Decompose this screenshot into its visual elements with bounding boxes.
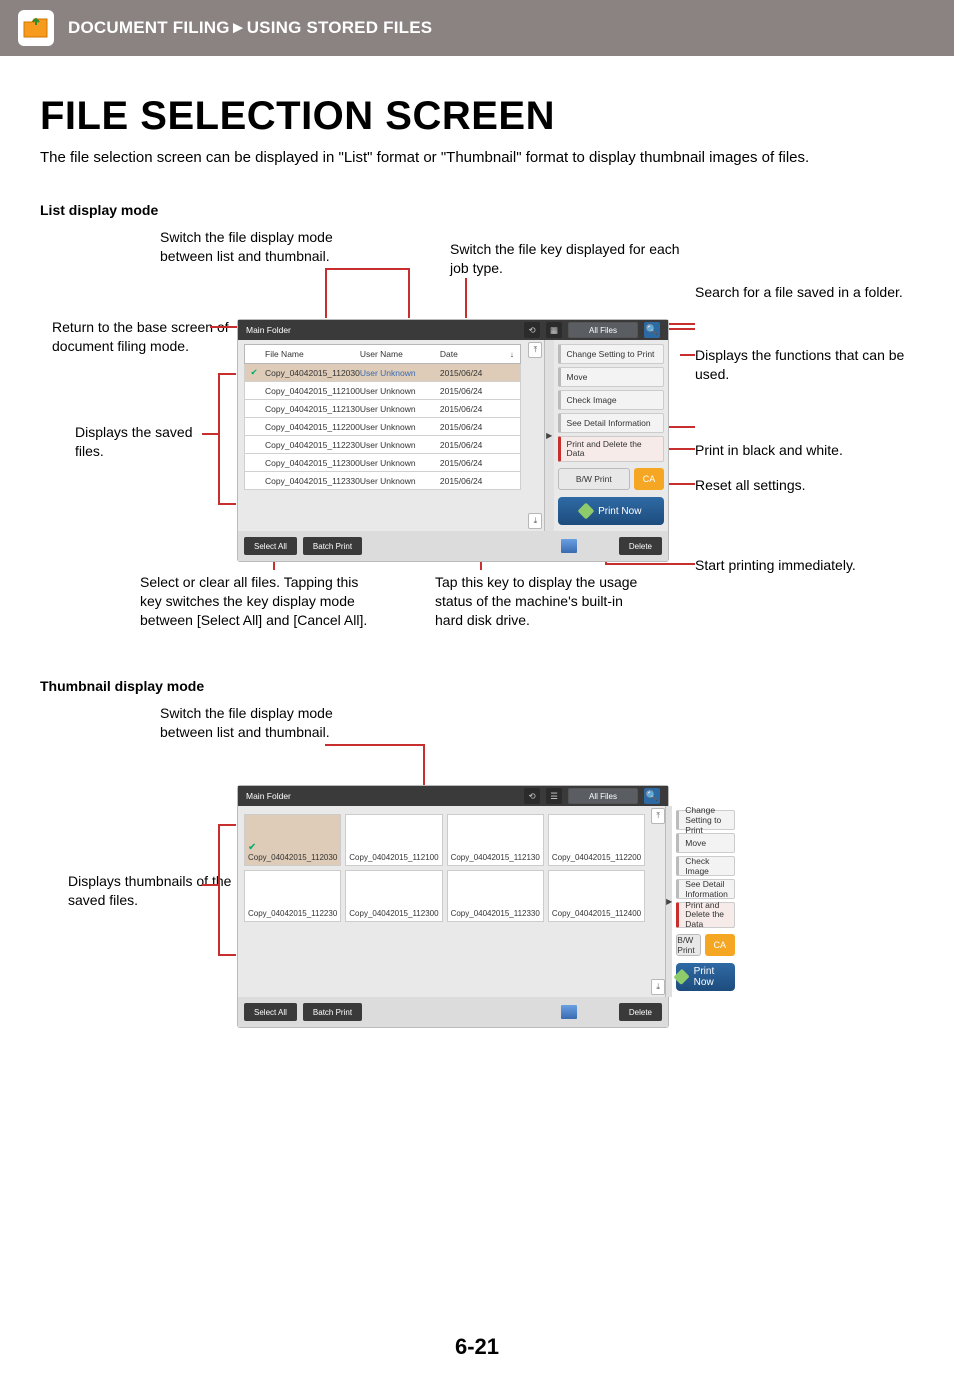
menu-detail[interactable]: See Detail Information — [676, 879, 735, 899]
subhead-thumb: Thumbnail display mode — [40, 678, 914, 694]
page-number: 6-21 — [40, 1334, 914, 1360]
callout-hdd: Tap this key to display the usage status… — [435, 573, 645, 630]
menu-check-image[interactable]: Check Image — [558, 390, 664, 410]
menu-detail[interactable]: See Detail Information — [558, 413, 664, 433]
delete-button[interactable]: Delete — [619, 537, 662, 555]
folder-title: Main Folder — [246, 791, 518, 801]
thumb-item[interactable]: Copy_04042015_112230 — [244, 870, 341, 922]
callout-bw: Print in black and white. — [695, 441, 905, 460]
callout-savedfiles: Displays the saved files. — [75, 423, 225, 461]
mfp-panel-thumb: Main Folder ⟲ ☰ All Files 🔍 ✔Copy_040420… — [238, 786, 668, 1027]
scroll-bottom-icon[interactable]: ⤓ — [528, 513, 542, 529]
breadcrumb-text: DOCUMENT FILING►USING STORED FILES — [68, 18, 432, 38]
filter-all[interactable]: All Files — [568, 322, 638, 338]
search-icon[interactable]: 🔍 — [644, 788, 660, 804]
thumb-item[interactable]: Copy_04042015_112400 — [548, 870, 645, 922]
file-row[interactable]: Copy_04042015_112330User Unknown2015/06/… — [244, 472, 521, 490]
batch-print-button[interactable]: Batch Print — [303, 1003, 362, 1021]
menu-print-delete[interactable]: Print and Delete the Data — [676, 902, 735, 928]
bw-print-button[interactable]: B/W Print — [558, 468, 630, 490]
menu-print-delete[interactable]: Print and Delete the Data — [558, 436, 664, 462]
scroll-bottom-icon[interactable]: ⤓ — [651, 979, 665, 995]
thumb-item[interactable]: ✔Copy_04042015_112030 — [244, 814, 341, 866]
list-mode-diagram: Switch the file display mode between lis… — [40, 228, 914, 658]
callout-job-type: Switch the file key displayed for each j… — [450, 240, 690, 278]
drawer-handle[interactable]: ▶ — [665, 806, 672, 997]
callout-selectall: Select or clear all files. Tapping this … — [140, 573, 380, 630]
thumb-item[interactable]: Copy_04042015_112200 — [548, 814, 645, 866]
callout-switch-mode2: Switch the file display mode between lis… — [160, 704, 370, 742]
up-icon[interactable]: ⟲ — [524, 322, 540, 338]
start-icon — [674, 969, 691, 986]
page-title: FILE SELECTION SCREEN — [40, 94, 914, 139]
file-row[interactable]: Copy_04042015_112100User Unknown2015/06/… — [244, 382, 521, 400]
filter-all[interactable]: All Files — [568, 788, 638, 804]
file-row[interactable]: Copy_04042015_112130User Unknown2015/06/… — [244, 400, 521, 418]
print-now-button[interactable]: Print Now — [558, 497, 664, 525]
hdd-icon[interactable] — [561, 1005, 577, 1019]
intro-text: The file selection screen can be display… — [40, 149, 914, 166]
list-icon[interactable]: ☰ — [546, 788, 562, 804]
scroll-top-icon[interactable]: ⤒ — [528, 342, 542, 358]
hdd-icon[interactable] — [561, 539, 577, 553]
ca-button[interactable]: CA — [634, 468, 664, 490]
scroll-top-icon[interactable]: ⤒ — [651, 808, 665, 824]
callout-reset: Reset all settings. — [695, 476, 905, 495]
folder-icon — [18, 10, 54, 46]
callout-startprint: Start printing immediately. — [695, 556, 905, 575]
select-all-button[interactable]: Select All — [244, 1003, 297, 1021]
thumb-item[interactable]: Copy_04042015_112100 — [345, 814, 442, 866]
scrollbar[interactable]: ⤒ ⤓ — [651, 806, 665, 997]
batch-print-button[interactable]: Batch Print — [303, 537, 362, 555]
drawer-handle[interactable]: ▶ — [544, 340, 554, 531]
mfp-panel-list: Main Folder ⟲ ▦ All Files 🔍 File Name Us… — [238, 320, 668, 561]
file-row[interactable]: Copy_04042015_112300User Unknown2015/06/… — [244, 454, 521, 472]
menu-check-image[interactable]: Check Image — [676, 856, 735, 876]
search-icon[interactable]: 🔍 — [644, 322, 660, 338]
select-all-button[interactable]: Select All — [244, 537, 297, 555]
thumb-mode-diagram: Switch the file display mode between lis… — [40, 704, 914, 1084]
folder-title: Main Folder — [246, 325, 518, 335]
thumb-item[interactable]: Copy_04042015_112130 — [447, 814, 544, 866]
print-now-button[interactable]: Print Now — [676, 963, 735, 991]
sort-icon[interactable]: ↓ — [510, 350, 520, 359]
menu-change-setting[interactable]: Change Setting to Print — [558, 344, 664, 364]
ca-button[interactable]: CA — [705, 934, 735, 956]
callout-return: Return to the base screen of document fi… — [52, 318, 232, 356]
menu-move[interactable]: Move — [676, 833, 735, 853]
callout-thumbs: Displays thumbnails of the saved files. — [68, 872, 238, 910]
bw-print-button[interactable]: B/W Print — [676, 934, 701, 956]
file-row[interactable]: Copy_04042015_112230User Unknown2015/06/… — [244, 436, 521, 454]
thumb-item[interactable]: Copy_04042015_112300 — [345, 870, 442, 922]
delete-button[interactable]: Delete — [619, 1003, 662, 1021]
subhead-list: List display mode — [40, 202, 914, 218]
menu-move[interactable]: Move — [558, 367, 664, 387]
file-row[interactable]: ✔Copy_04042015_112030User Unknown2015/06… — [244, 364, 521, 382]
start-icon — [578, 503, 595, 520]
grid-icon[interactable]: ▦ — [546, 322, 562, 338]
breadcrumb: DOCUMENT FILING►USING STORED FILES — [0, 0, 954, 56]
check-icon: ✔ — [245, 367, 263, 378]
file-row[interactable]: Copy_04042015_112200User Unknown2015/06/… — [244, 418, 521, 436]
thumb-item[interactable]: Copy_04042015_112330 — [447, 870, 544, 922]
callout-search: Search for a file saved in a folder. — [695, 283, 905, 302]
check-icon: ✔ — [248, 842, 256, 853]
callout-functions: Displays the functions that can be used. — [695, 346, 905, 384]
up-icon[interactable]: ⟲ — [524, 788, 540, 804]
list-header: File Name User Name Date ↓ — [244, 344, 521, 364]
scrollbar[interactable]: ⤒ ⤓ — [527, 340, 544, 531]
callout-switch-mode: Switch the file display mode between lis… — [160, 228, 370, 266]
menu-change-setting[interactable]: Change Setting to Print — [676, 810, 735, 830]
